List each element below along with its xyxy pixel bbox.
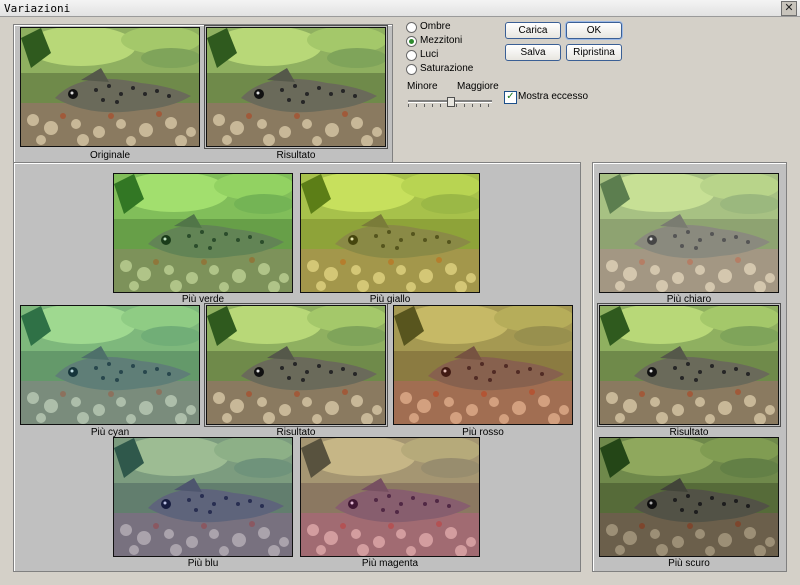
radio-midtones-label: Mezzitoni: [420, 35, 463, 46]
result-caption: Risultato: [276, 150, 316, 161]
radio-shadows-label: Ombre: [420, 21, 451, 32]
title-bar: Variazioni ✕: [0, 0, 800, 17]
fine-coarse-slider[interactable]: [408, 97, 492, 107]
current-pick-image[interactable]: [206, 305, 386, 425]
more-cyan-image[interactable]: [20, 305, 200, 425]
radio-highlights-label: Luci: [420, 49, 439, 60]
save-button[interactable]: Salva: [505, 44, 561, 61]
more-blue-image[interactable]: [113, 437, 293, 557]
more-blue-caption: Più blu: [187, 558, 219, 569]
radio-indicator: [406, 64, 417, 75]
radio-indicator: [406, 50, 417, 61]
slider-max-label: Maggiore: [457, 81, 499, 92]
radio-indicator: [406, 22, 417, 33]
more-green-image[interactable]: [113, 173, 293, 293]
radio-saturation-label: Saturazione: [420, 63, 474, 74]
original-caption: Originale: [89, 150, 131, 161]
original-image: [20, 27, 200, 147]
darker-caption: Più scuro: [668, 558, 710, 569]
darker-image[interactable]: [599, 437, 779, 557]
slider-thumb[interactable]: [447, 97, 455, 107]
lighter-image[interactable]: [599, 173, 779, 293]
window-title: Variazioni: [4, 2, 71, 15]
slider-min-label: Minore: [407, 81, 438, 92]
more-magenta-image[interactable]: [300, 437, 480, 557]
lighter-caption: Più chiaro: [666, 294, 712, 305]
more-yellow-caption: Più giallo: [369, 294, 411, 305]
ok-button[interactable]: OK: [566, 22, 622, 39]
show-clipping-label[interactable]: Mostra eccesso: [518, 91, 588, 102]
load-button[interactable]: Carica: [505, 22, 561, 39]
more-yellow-image[interactable]: [300, 173, 480, 293]
close-icon[interactable]: ✕: [781, 1, 797, 16]
reset-button[interactable]: Ripristina: [566, 44, 622, 61]
more-green-caption: Più verde: [181, 294, 225, 305]
more-red-image[interactable]: [393, 305, 573, 425]
radio-indicator: [406, 36, 417, 47]
result-image: [206, 27, 386, 147]
show-clipping-checkbox[interactable]: ✓: [504, 91, 517, 104]
more-magenta-caption: Più magenta: [361, 558, 419, 569]
brightness-current-image[interactable]: [599, 305, 779, 425]
